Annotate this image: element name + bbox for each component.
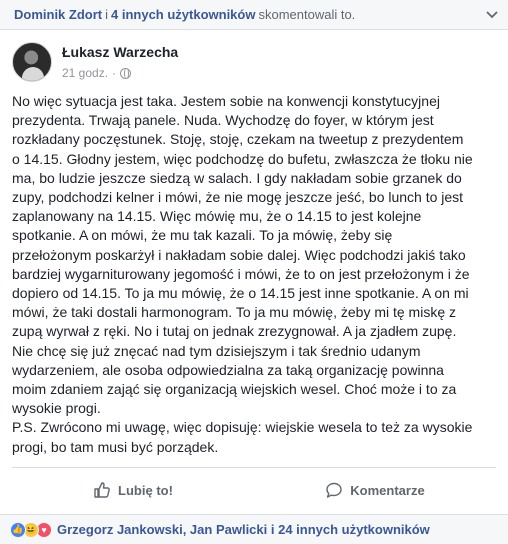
reaction-names[interactable]: Grzegorz Jankowski, Jan Pawlicki i 24 in… — [57, 522, 430, 537]
others-link[interactable]: 4 innych użytkowników — [111, 7, 255, 22]
post-time[interactable]: 21 godz. — [62, 66, 108, 80]
activity-bar: Dominik Zdort i 4 innych użytkowników sk… — [0, 0, 508, 30]
globe-icon[interactable] — [120, 67, 132, 79]
like-label: Lubię to! — [118, 482, 173, 498]
separator-text: i — [105, 7, 108, 22]
post-subline: 21 godz. · — [62, 66, 178, 80]
author-name[interactable]: Łukasz Warzecha — [62, 44, 178, 60]
activity-suffix: skomentowali to. — [258, 7, 356, 22]
comment-label: Komentarze — [350, 482, 425, 498]
post-body: No więc sytuacja jest taka. Jestem sobie… — [12, 93, 473, 455]
post-meta: Łukasz Warzecha 21 godz. · — [62, 42, 178, 82]
post-actions: Lubię to! Komentarze — [12, 474, 496, 506]
post-card: Łukasz Warzecha 21 godz. · No więc sytua… — [0, 30, 508, 514]
reactions-bar[interactable]: 👍 😆 ♥ Grzegorz Jankowski, Jan Pawlicki i… — [0, 514, 508, 544]
commenter-link[interactable]: Dominik Zdort — [14, 7, 102, 22]
comment-button[interactable]: Komentarze — [254, 474, 496, 506]
thumbs-up-icon — [94, 482, 110, 498]
dot-separator: · — [112, 66, 117, 80]
comment-icon — [326, 482, 342, 498]
post-header: Łukasz Warzecha 21 godz. · — [12, 42, 178, 82]
chevron-down-icon[interactable] — [486, 8, 498, 22]
like-button[interactable]: Lubię to! — [12, 474, 254, 506]
like-reaction-icon: 👍 — [10, 521, 26, 538]
avatar[interactable] — [12, 42, 52, 82]
divider — [12, 467, 496, 468]
